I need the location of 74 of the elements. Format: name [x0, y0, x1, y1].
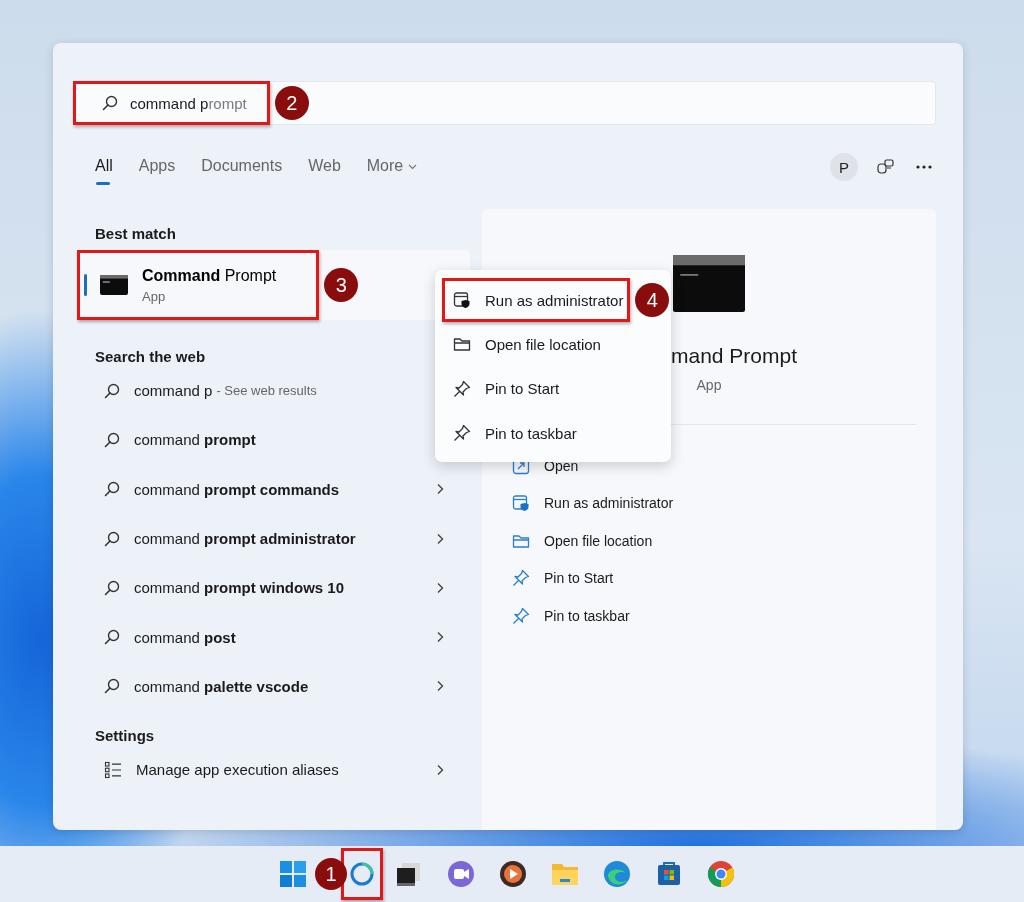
caret-icon: [408, 164, 418, 170]
folder-icon: [453, 336, 471, 353]
action-item[interactable]: Run as administrator: [512, 484, 674, 522]
app-name: Command Prompt: [142, 266, 277, 285]
play-icon: [498, 859, 528, 889]
connected-devices-icon: [876, 158, 894, 176]
row-text: command prompt administrator: [134, 530, 356, 548]
app-type: App: [696, 377, 722, 393]
chevron-icon: [436, 581, 444, 594]
browser-icon: [706, 859, 736, 889]
list-icon: [104, 760, 122, 779]
search-query[interactable]: command prompt: [130, 94, 247, 112]
search-icon: [102, 95, 118, 111]
app-type: App: [142, 288, 167, 304]
filter-tab[interactable]: Apps: [128, 151, 186, 187]
callout-badge: 3: [324, 268, 359, 302]
menu-item[interactable]: Open file location: [435, 322, 671, 367]
pin-icon: [512, 606, 530, 625]
row-text: command prompt: [134, 431, 256, 449]
row-text: command post: [134, 628, 236, 646]
console-icon: [673, 255, 745, 312]
filter-tab[interactable]: Documents: [191, 151, 293, 187]
settings-result[interactable]: Manage app execution aliases: [75, 745, 470, 795]
pin-icon: [453, 379, 471, 398]
chevron-icon: [436, 631, 444, 644]
search-icon: [104, 481, 120, 498]
web-result[interactable]: command prompt commands: [75, 464, 470, 514]
web-result[interactable]: command prompt windows 10: [75, 563, 470, 613]
best-match-item[interactable]: Command Prompt App 3: [75, 250, 470, 320]
web-result[interactable]: command post: [75, 612, 470, 662]
pin-icon: [453, 424, 471, 443]
search-icon: [104, 382, 120, 399]
row-text: command palette vscode: [134, 677, 309, 695]
search-icon: [104, 431, 120, 448]
windows-logo-icon: [278, 859, 308, 889]
chevron-icon: [436, 483, 444, 496]
search-icon: [104, 629, 120, 646]
filter-tab[interactable]: All: [95, 151, 123, 187]
web-result[interactable]: command prompt administrator: [75, 513, 470, 564]
filter-tab[interactable]: More: [356, 151, 428, 187]
filter-tab[interactable]: Web: [298, 151, 351, 187]
folder-icon: [512, 532, 530, 549]
more-icon: [916, 165, 932, 169]
row-text: command prompt windows 10: [134, 579, 345, 597]
chevron-icon: [436, 763, 444, 776]
app-title: mand Prompt: [669, 344, 798, 368]
hint-text: - See web results: [216, 383, 317, 399]
callout-badge: 2: [274, 86, 309, 120]
row-text: command p: [134, 382, 213, 400]
chevron-icon: [436, 680, 444, 693]
browser-icon: [602, 859, 632, 889]
action-item[interactable]: Pin to taskbar: [512, 597, 630, 635]
action-item[interactable]: Open file location: [512, 522, 653, 560]
video-chat-icon: [446, 859, 476, 889]
callout-badge: 4: [635, 283, 670, 317]
section-heading: Best match: [94, 224, 176, 243]
action-item[interactable]: Pin to Start: [512, 559, 614, 597]
section-heading: Search the web: [94, 347, 206, 366]
callout-badge: 1: [315, 858, 347, 890]
account-avatar[interactable]: P: [830, 153, 858, 181]
web-result[interactable]: command palette vscode: [75, 661, 470, 712]
row-text: Manage app execution aliases: [136, 761, 339, 779]
chevron-icon: [436, 532, 444, 545]
search-field[interactable]: command prompt 2: [73, 81, 936, 125]
pin-icon: [512, 569, 530, 588]
shield-window-icon: [453, 291, 471, 309]
shield-window-icon: [512, 494, 530, 513]
section-heading: Settings: [94, 726, 155, 746]
menu-item[interactable]: Run as administrator: [445, 281, 628, 319]
search-icon: [104, 678, 120, 695]
search-icon: [104, 530, 120, 547]
search-icon: [104, 579, 120, 596]
row-text: command prompt commands: [134, 480, 340, 498]
console-icon: [100, 275, 128, 295]
